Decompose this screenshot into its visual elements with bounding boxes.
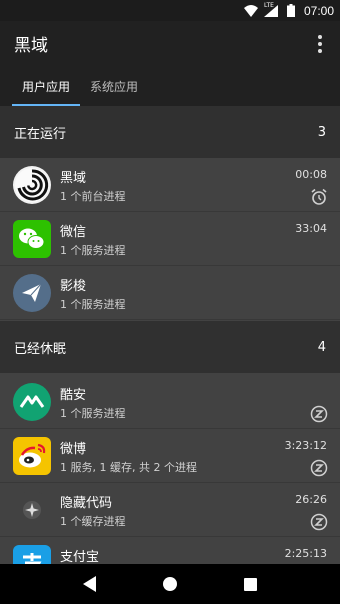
app-desc: 1 个缓存进程 [60,515,126,528]
app-time: 26:26 [295,493,327,506]
wifi-icon [243,4,258,18]
app-title: 黑域 [14,36,48,56]
status-bar: LTE 07:00 [0,0,340,21]
app-bar: 黑域 [0,21,340,66]
home-button[interactable] [150,564,190,604]
app-name: 影梭 [60,279,87,294]
list-item[interactable]: 微信 1 个服务进程 33:04 [0,212,340,266]
shadowsocks-icon [13,274,51,312]
tab-bar: 用户应用 系统应用 [0,66,340,106]
list-item[interactable]: 酷安 1 个服务进程 [0,375,340,429]
app-name: 微信 [60,225,87,240]
section-title: 已经休眠 [14,341,67,357]
tab-user-apps[interactable]: 用户应用 [12,66,81,106]
network-label: LTE [263,1,274,9]
app-desc: 1 个服务进程 [60,298,126,311]
sleep-icon [310,405,328,423]
list-item[interactable]: 黑域 1 个前台进程 00:08 [0,158,340,212]
recents-button[interactable] [230,564,270,604]
app-name: 酷安 [60,388,87,403]
list-item[interactable]: 隐藏代码 1 个缓存进程 26:26 [0,483,340,537]
hidden-code-icon [13,491,51,529]
list-item[interactable]: 影梭 1 个服务进程 [0,266,340,320]
coolapk-icon [13,383,51,421]
section-header-sleeping[interactable]: 已经休眠 4 [0,321,340,373]
battery-icon [284,4,298,18]
app-desc: 1 服务, 1 缓存, 共 2 个进程 [60,461,197,474]
weibo-icon [13,437,51,475]
brevent-icon [13,166,51,204]
navigation-bar [0,564,340,604]
app-desc: 1 个前台进程 [60,190,126,203]
sleep-icon [310,459,328,477]
alarm-icon [310,188,328,206]
app-time: 00:08 [295,168,327,181]
app-name: 黑域 [60,171,87,186]
app-time: 3:23:12 [284,439,327,452]
wechat-icon [13,220,51,258]
section-title: 正在运行 [14,126,67,142]
overflow-menu-icon[interactable] [308,32,332,56]
section-count: 4 [317,339,326,355]
app-desc: 1 个服务进程 [60,244,126,257]
app-time: 33:04 [295,222,327,235]
tab-system-apps[interactable]: 系统应用 [80,66,148,106]
app-name: 支付宝 [60,550,100,565]
app-name: 微博 [60,442,87,457]
back-button[interactable] [70,564,110,604]
app-desc: 1 个服务进程 [60,407,126,420]
section-count: 3 [317,124,326,140]
sleep-icon [310,513,328,531]
list-item[interactable]: 微博 1 服务, 1 缓存, 共 2 个进程 3:23:12 [0,429,340,483]
app-time: 2:25:13 [284,547,327,560]
signal-icon: LTE [263,1,278,18]
status-time: 07:00 [303,3,334,18]
section-header-running[interactable]: 正在运行 3 [0,106,340,158]
app-name: 隐藏代码 [60,496,113,511]
